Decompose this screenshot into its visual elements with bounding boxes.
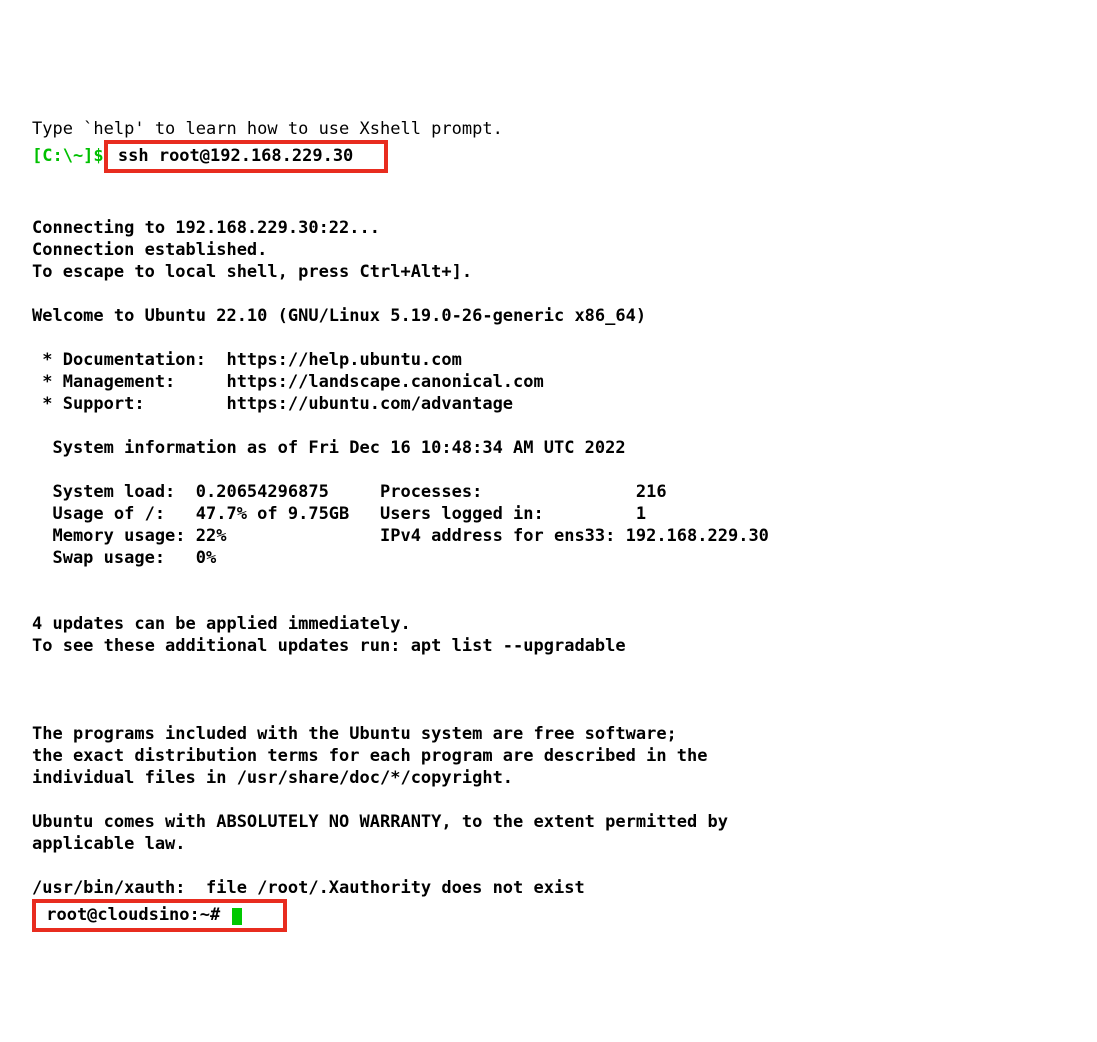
xauth-line: /usr/bin/xauth: file /root/.Xauthority d… <box>32 878 585 898</box>
local-prompt: [C:\~]$ <box>32 146 104 166</box>
legal-line-5: applicable law. <box>32 834 186 854</box>
conn-line-1: Connecting to 192.168.229.30:22... <box>32 218 380 238</box>
cursor-block-icon <box>232 908 242 925</box>
highlighted-remote-prompt[interactable]: root@cloudsino:~# <box>32 899 287 932</box>
support-link-line: * Support: https://ubuntu.com/advantage <box>32 394 513 414</box>
mgmt-link-line: * Management: https://landscape.canonica… <box>32 372 544 392</box>
highlighted-ssh-command: ssh root@192.168.229.30 <box>104 140 388 173</box>
stats-row-3: Memory usage: 22% IPv4 address for ens33… <box>32 526 769 546</box>
updates-line-2: To see these additional updates run: apt… <box>32 636 626 656</box>
conn-line-2: Connection established. <box>32 240 267 260</box>
legal-line-3: individual files in /usr/share/doc/*/cop… <box>32 768 513 788</box>
terminal[interactable]: Type `help' to learn how to use Xshell p… <box>0 88 1097 932</box>
legal-line-2: the exact distribution terms for each pr… <box>32 746 708 766</box>
welcome-line: Welcome to Ubuntu 22.10 (GNU/Linux 5.19.… <box>32 306 646 326</box>
remote-prompt-text: root@cloudsino:~# <box>36 905 230 925</box>
legal-line-4: Ubuntu comes with ABSOLUTELY NO WARRANTY… <box>32 812 728 832</box>
updates-line-1: 4 updates can be applied immediately. <box>32 614 411 634</box>
sysinfo-header: System information as of Fri Dec 16 10:4… <box>32 438 626 458</box>
legal-line-1: The programs included with the Ubuntu sy… <box>32 724 677 744</box>
stats-row-4: Swap usage: 0% <box>32 548 216 568</box>
intro-line: Type `help' to learn how to use Xshell p… <box>32 119 503 139</box>
doc-link-line: * Documentation: https://help.ubuntu.com <box>32 350 462 370</box>
stats-row-1: System load: 0.20654296875 Processes: 21… <box>32 482 667 502</box>
stats-row-2: Usage of /: 47.7% of 9.75GB Users logged… <box>32 504 646 524</box>
conn-line-3: To escape to local shell, press Ctrl+Alt… <box>32 262 472 282</box>
